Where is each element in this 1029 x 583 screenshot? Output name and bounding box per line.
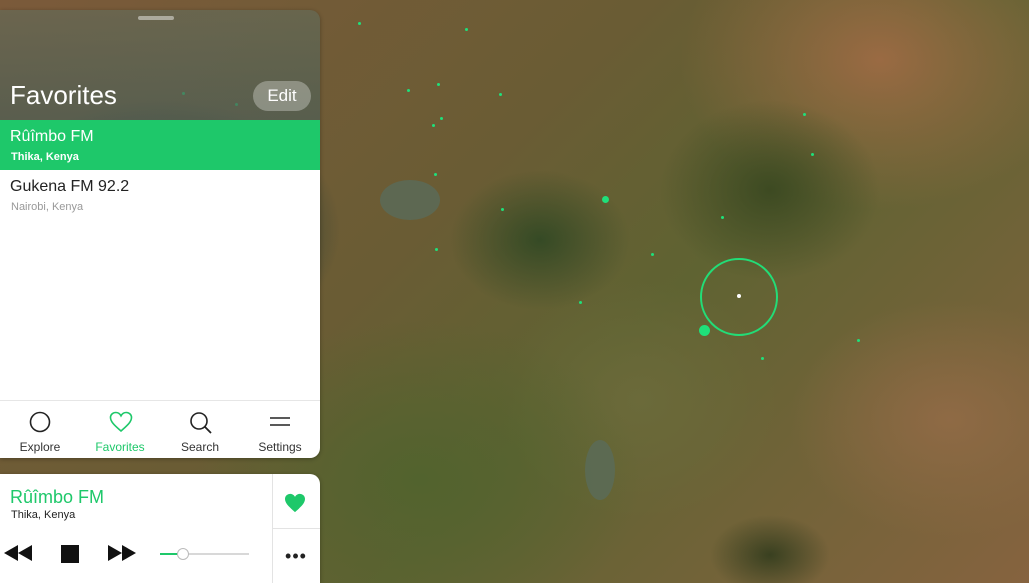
lake <box>380 180 440 220</box>
now-playing-panel: Rûîmbo FM Thika, Kenya ••• <box>0 474 320 583</box>
tab-settings[interactable]: Settings <box>240 401 320 458</box>
tab-label: Explore <box>19 440 61 454</box>
panel-title: Favorites <box>10 80 117 110</box>
circle-icon <box>29 411 51 433</box>
volume-handle[interactable] <box>177 548 190 560</box>
station-dot[interactable] <box>651 253 654 256</box>
station-dot[interactable] <box>857 339 860 342</box>
menu-icon <box>270 417 290 426</box>
search-icon <box>190 412 212 434</box>
fast-forward-icon <box>108 545 136 561</box>
station-dot[interactable] <box>407 89 410 92</box>
favorites-list: Rûîmbo FM Thika, Kenya Gukena FM 92.2 Na… <box>0 120 320 400</box>
favorites-header: Favorites Edit <box>0 10 320 120</box>
now-playing-station: Rûîmbo FM <box>10 487 105 507</box>
station-dot[interactable] <box>721 216 724 219</box>
selected-station-marker <box>737 294 741 298</box>
stop-icon <box>61 545 79 563</box>
fast-forward-button[interactable] <box>108 545 136 566</box>
tab-label: Search <box>180 440 220 454</box>
station-dot[interactable] <box>602 196 609 203</box>
station-dot[interactable] <box>358 22 361 25</box>
station-dot[interactable] <box>803 113 806 116</box>
station-dot[interactable] <box>434 173 437 176</box>
station-dot[interactable] <box>699 325 710 336</box>
rewind-button[interactable] <box>4 545 32 566</box>
station-location: Thika, Kenya <box>11 151 79 163</box>
tab-label: Favorites <box>95 440 145 454</box>
favorites-panel: Favorites Edit Rûîmbo FM Thika, Kenya Gu… <box>0 10 320 458</box>
station-name: Rûîmbo FM <box>10 128 94 145</box>
station-dot[interactable] <box>440 117 443 120</box>
panel-drag-handle[interactable] <box>138 16 174 20</box>
station-dot[interactable] <box>761 357 764 360</box>
list-item[interactable]: Rûîmbo FM Thika, Kenya <box>0 120 320 170</box>
edit-button[interactable]: Edit <box>253 81 311 111</box>
tab-search[interactable]: Search <box>160 401 240 458</box>
station-dot[interactable] <box>501 208 504 211</box>
heart-outline-icon <box>109 411 133 433</box>
station-dot[interactable] <box>432 124 435 127</box>
now-playing-location: Thika, Kenya <box>11 509 76 521</box>
more-options-button[interactable]: ••• <box>280 546 312 567</box>
list-item[interactable]: Gukena FM 92.2 Nairobi, Kenya <box>0 170 320 220</box>
heart-filled-icon <box>285 493 305 513</box>
station-dot[interactable] <box>579 301 582 304</box>
tab-bar: Explore Favorites Search Settings <box>0 400 320 458</box>
tab-label: Settings <box>258 440 302 454</box>
favorite-toggle-button[interactable] <box>284 493 306 518</box>
tab-explore[interactable]: Explore <box>0 401 80 458</box>
lake <box>585 440 615 500</box>
station-name: Gukena FM 92.2 <box>10 178 130 195</box>
volume-slider[interactable] <box>160 553 249 555</box>
station-dot[interactable] <box>437 83 440 86</box>
station-dot[interactable] <box>811 153 814 156</box>
divider <box>272 528 320 529</box>
station-location: Nairobi, Kenya <box>11 201 84 213</box>
stop-button[interactable] <box>61 545 79 568</box>
rewind-icon <box>4 545 32 561</box>
station-dot[interactable] <box>465 28 468 31</box>
station-dot[interactable] <box>499 93 502 96</box>
tab-favorites[interactable]: Favorites <box>80 401 160 458</box>
station-dot[interactable] <box>435 248 438 251</box>
